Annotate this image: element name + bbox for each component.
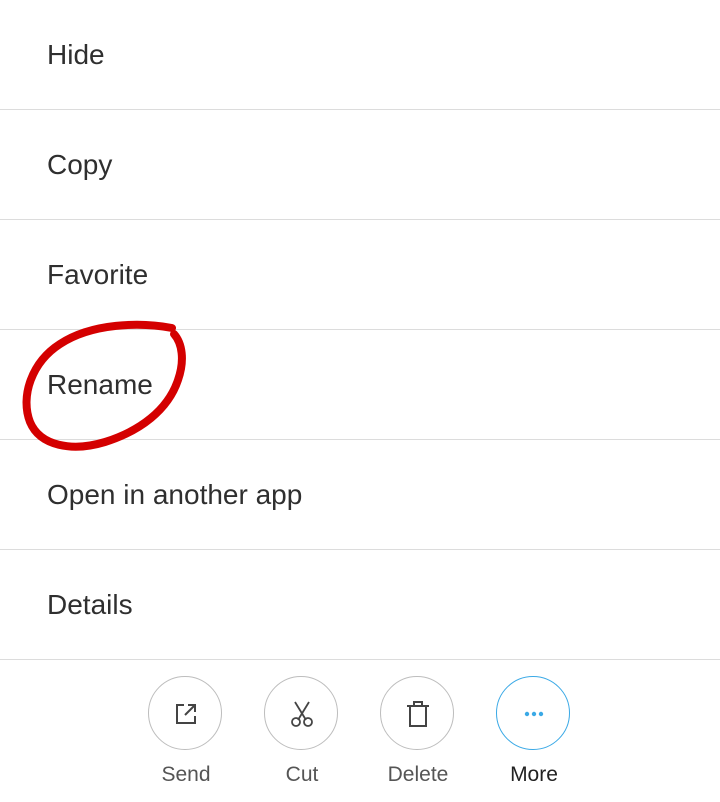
menu-item-details[interactable]: Details (0, 550, 720, 660)
send-icon (176, 704, 196, 724)
menu-item-label: Rename (47, 368, 153, 400)
menu-item-label: Copy (47, 148, 113, 180)
menu-item-hide[interactable]: Hide (0, 0, 720, 110)
menu-item-label: Open in another app (47, 478, 303, 510)
cut-label: Cut (285, 763, 319, 786)
more-button[interactable]: More (476, 676, 592, 794)
menu-item-label: Hide (47, 38, 105, 70)
menu-item-copy[interactable]: Copy (0, 110, 720, 220)
scissors-icon (291, 701, 313, 727)
more-dots-icon (524, 711, 544, 717)
delete-button-circle[interactable] (380, 676, 454, 750)
delete-label: Delete (387, 763, 449, 786)
send-button-circle[interactable] (148, 676, 222, 750)
menu-item-label: Details (47, 588, 133, 620)
menu-item-rename[interactable]: Rename (0, 330, 720, 440)
delete-button[interactable]: Delete (360, 676, 476, 794)
cut-button-circle[interactable] (264, 676, 338, 750)
bottom-action-bar: Send Cut Delete More (0, 657, 720, 802)
send-label: Send (161, 763, 211, 786)
cut-button[interactable]: Cut (244, 676, 360, 794)
menu-item-favorite[interactable]: Favorite (0, 220, 720, 330)
menu-item-open-in-another-app[interactable]: Open in another app (0, 440, 720, 550)
trash-icon (407, 701, 429, 727)
menu-item-label: Favorite (47, 258, 149, 290)
send-button[interactable]: Send (128, 676, 244, 794)
more-button-circle[interactable] (496, 676, 570, 750)
more-label: More (510, 763, 558, 786)
context-menu: Hide Copy Favorite Rename Open in anothe… (0, 0, 720, 660)
